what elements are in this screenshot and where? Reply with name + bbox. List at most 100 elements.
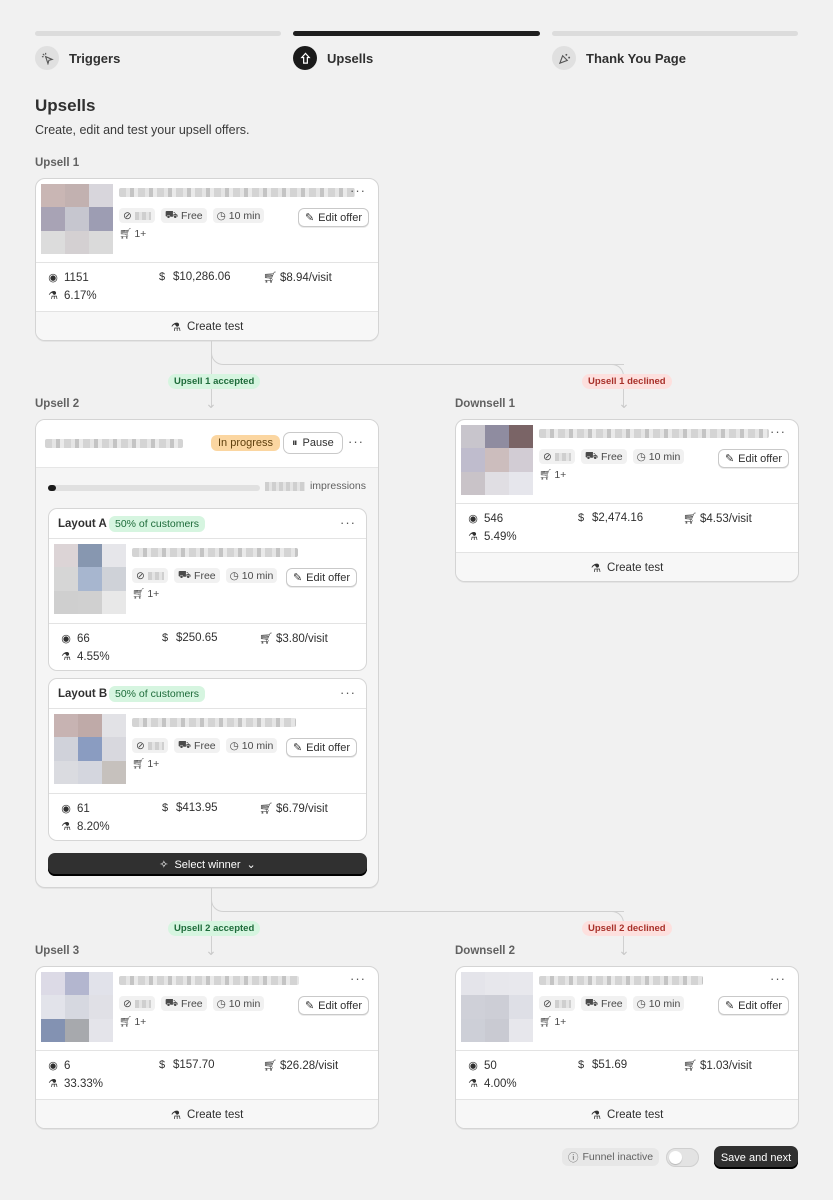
views-stat: ◉ 1151 <box>48 271 89 285</box>
upsell-2-label: Upsell 2 <box>35 398 80 410</box>
step-upsells[interactable]: Upsells <box>293 46 373 70</box>
truck-icon: ⛟ <box>177 738 192 751</box>
downsell-2-card: ··· ⊘ ⛟ Free ◷ 10 min 🛒︎ 1+ ✎ Edit offer ◉ 50… <box>455 966 799 1129</box>
step-progress-triggers <box>35 31 281 36</box>
create-test-button[interactable]: ⚗ Create test <box>456 1099 798 1128</box>
more-options-icon[interactable]: ··· <box>350 183 366 198</box>
more-options-icon[interactable]: ··· <box>350 971 366 986</box>
truck-icon: ⛟ <box>164 208 179 221</box>
arrow-down-icon: ⌄ <box>205 395 217 411</box>
revenue-stat: $ $157.70 <box>156 1059 215 1071</box>
more-options-icon[interactable]: ··· <box>770 971 786 986</box>
status-badge: In progress <box>211 435 281 451</box>
revenue-stat: $ $2,474.16 <box>575 512 643 524</box>
discount-icon: ⊘ <box>543 997 552 1010</box>
per-visit-stat: 🛒︎ $8.94/visit <box>263 271 332 285</box>
eye-icon: ◉ <box>61 633 71 645</box>
conversion-icon: ⚗ <box>48 290 58 302</box>
sparkle-pointer-icon <box>35 46 59 70</box>
cart-plus-icon: 🛒︎ <box>259 633 273 645</box>
eye-icon: ◉ <box>61 803 71 815</box>
upsell-1-declined-badge: Upsell 1 declined <box>582 374 672 389</box>
conversion-icon: ⚗ <box>61 821 71 833</box>
product-title-redacted <box>539 976 703 985</box>
clock-icon: ◷ <box>229 739 239 752</box>
cart-plus-icon: 🛒︎ <box>683 513 697 525</box>
edit-offer-button[interactable]: ✎ Edit offer <box>297 208 369 227</box>
shipping-chip: ⛟ Free <box>173 568 220 583</box>
clock-icon: ◷ <box>636 450 646 463</box>
clock-icon: ◷ <box>216 997 226 1010</box>
step-triggers[interactable]: Triggers <box>35 46 120 70</box>
pencil-icon: ✎ <box>304 1000 315 1012</box>
timer-chip: ◷ 10 min <box>225 568 278 583</box>
views-stat: ◉ 50 <box>468 1059 497 1073</box>
cart-plus-icon: 🛒︎ <box>263 1060 277 1072</box>
flask-icon: ⚗ <box>590 1110 602 1122</box>
conversion-stat: ⚗ 6.17% <box>48 289 97 303</box>
shipping-chip: ⛟ Free <box>173 738 220 753</box>
progress-fill <box>48 485 57 491</box>
flask-icon: ⚗ <box>590 563 602 575</box>
more-options-icon[interactable]: ··· <box>770 424 786 439</box>
edit-offer-button[interactable]: ✎ Edit offer <box>717 996 789 1015</box>
quantity-chip: 🛒︎ 1+ <box>132 587 160 601</box>
upsell-2-declined-badge: Upsell 2 declined <box>582 921 672 936</box>
layout-name: Layout B <box>58 688 108 700</box>
timer-chip: ◷ 10 min <box>632 996 685 1011</box>
product-title-redacted <box>132 548 298 557</box>
progress-track <box>48 485 260 491</box>
traffic-share-badge: 50% of customers <box>109 686 206 702</box>
conversion-icon: ⚗ <box>468 1078 478 1090</box>
cart-icon: 🛒︎ <box>539 1016 553 1028</box>
revenue-stat: $ $250.65 <box>159 632 218 644</box>
product-title-redacted <box>539 429 769 438</box>
upsell-1-accepted-badge: Upsell 1 accepted <box>168 374 261 389</box>
page-title: Upsells <box>35 96 96 115</box>
quantity-chip: 🛒︎ 1+ <box>539 1015 567 1029</box>
funnel-active-toggle[interactable] <box>666 1148 699 1167</box>
step-thank-you-page[interactable]: Thank You Page <box>552 46 686 70</box>
discount-chip: ⊘ <box>119 208 155 223</box>
cart-icon: 🛒︎ <box>119 228 133 240</box>
edit-offer-button[interactable]: ✎ Edit offer <box>717 449 789 468</box>
cart-icon: 🛒︎ <box>539 469 553 481</box>
product-thumbnail <box>54 544 126 614</box>
upsell-3-label: Upsell 3 <box>35 945 80 957</box>
more-options-icon[interactable]: ··· <box>340 685 356 700</box>
upsell-icon <box>293 46 317 70</box>
arrow-down-icon: ⌄ <box>205 942 217 958</box>
views-stat: ◉ 6 <box>48 1059 71 1073</box>
select-winner-button[interactable]: ✧ Select winner ⌄ <box>48 853 367 876</box>
shipping-chip: ⛟ Free <box>580 996 627 1011</box>
quantity-chip: 🛒︎ 1+ <box>119 1015 147 1029</box>
pause-button[interactable]: ⏸︎ Pause <box>283 432 343 454</box>
quantity-chip: 🛒︎ 1+ <box>119 227 147 241</box>
conversion-stat: ⚗ 33.33% <box>48 1077 104 1091</box>
per-visit-stat: 🛒︎ $1.03/visit <box>683 1059 752 1073</box>
timer-chip: ◷ 10 min <box>225 738 278 753</box>
shipping-chip: ⛟ Free <box>160 208 207 223</box>
truck-icon: ⛟ <box>584 449 599 462</box>
edit-offer-button[interactable]: ✎ Edit offer <box>285 568 357 587</box>
dollar-icon: $ <box>161 632 169 644</box>
product-thumbnail <box>54 714 126 784</box>
create-test-button[interactable]: ⚗ Create test <box>36 1099 378 1128</box>
views-stat: ◉ 546 <box>468 512 504 526</box>
create-test-button[interactable]: ⚗ Create test <box>456 552 798 581</box>
create-test-button[interactable]: ⚗ Create test <box>36 311 378 340</box>
discount-icon: ⊘ <box>136 739 145 752</box>
step-label: Triggers <box>69 50 121 66</box>
edit-offer-button[interactable]: ✎ Edit offer <box>297 996 369 1015</box>
quantity-chip: 🛒︎ 1+ <box>132 757 160 771</box>
save-and-next-button[interactable]: Save and next <box>714 1146 798 1169</box>
more-options-icon[interactable]: ··· <box>340 515 356 530</box>
discount-chip: ⊘ <box>132 738 168 753</box>
confetti-icon <box>552 46 576 70</box>
edit-offer-button[interactable]: ✎ Edit offer <box>285 738 357 757</box>
pencil-icon: ✎ <box>724 1000 735 1012</box>
per-visit-stat: 🛒︎ $26.28/visit <box>263 1059 339 1073</box>
upsell-3-card: ··· ⊘ ⛟ Free ◷ 10 min 🛒︎ 1+ ✎ Edit offer ◉ 6 … <box>35 966 379 1129</box>
more-options-icon[interactable]: ··· <box>348 434 364 449</box>
discount-icon: ⊘ <box>543 450 552 463</box>
